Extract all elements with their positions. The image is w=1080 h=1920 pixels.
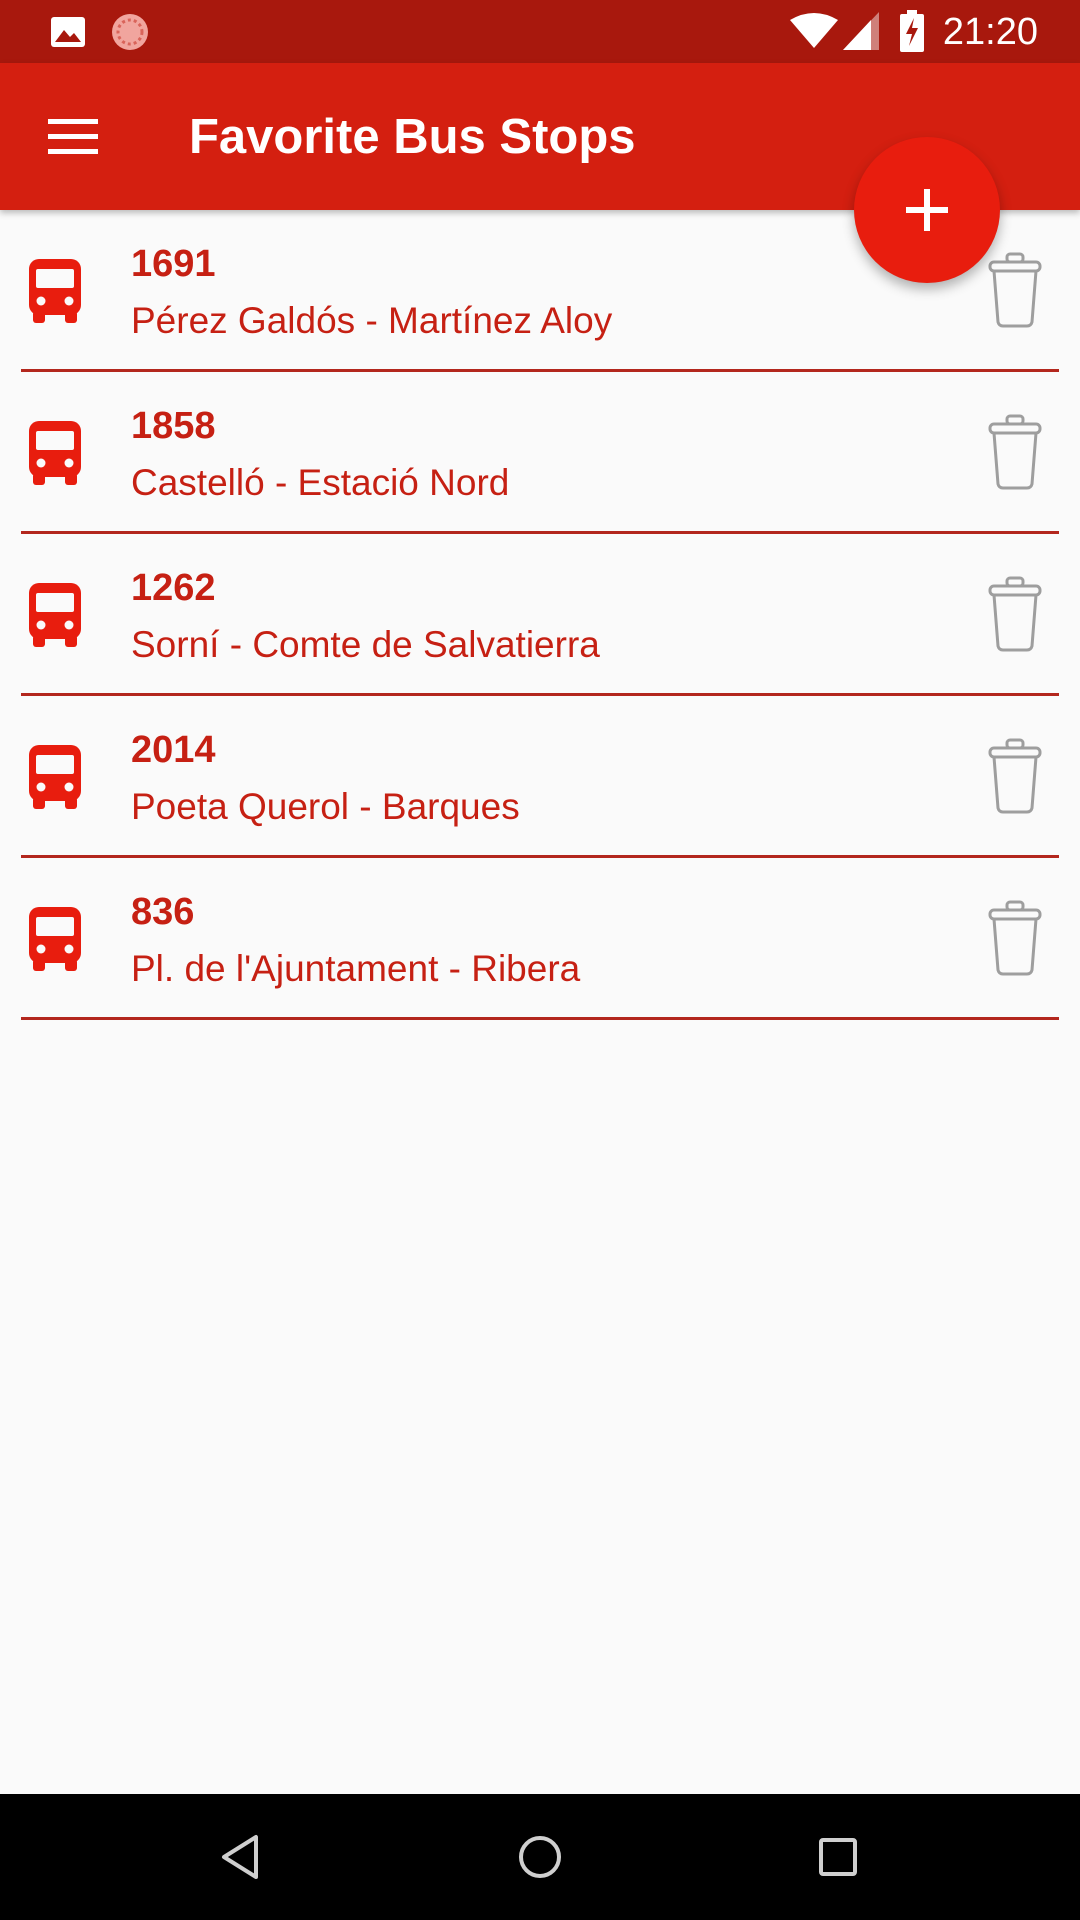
delete-stop-button[interactable] bbox=[985, 414, 1045, 490]
delete-stop-button[interactable] bbox=[985, 252, 1045, 328]
sync-circle-icon bbox=[112, 14, 148, 50]
trash-icon bbox=[988, 414, 1042, 490]
stop-name: Pl. de l'Ajuntament - Ribera bbox=[131, 948, 581, 989]
trash-icon bbox=[988, 576, 1042, 652]
back-triangle-icon bbox=[222, 1835, 258, 1879]
stop-name: Poeta Querol - Barques bbox=[131, 786, 520, 827]
plus-icon bbox=[906, 189, 948, 231]
battery-charging-icon bbox=[900, 10, 924, 52]
screen: 21:20 Favorite Bus Stops 1691 Pérez Gald… bbox=[0, 0, 1080, 1920]
stop-code: 1262 bbox=[131, 567, 216, 609]
bus-icon bbox=[29, 259, 81, 323]
status-bar: 21:20 bbox=[0, 0, 1080, 63]
delete-stop-button[interactable] bbox=[985, 738, 1045, 814]
bus-icon bbox=[29, 907, 81, 971]
list-item[interactable]: 2014 Poeta Querol - Barques bbox=[21, 696, 1059, 858]
bus-icon bbox=[29, 421, 81, 485]
menu-button[interactable] bbox=[30, 103, 116, 169]
stop-code: 1691 bbox=[131, 243, 216, 285]
trash-icon bbox=[988, 252, 1042, 328]
hamburger-menu-icon bbox=[48, 119, 98, 154]
home-circle-icon bbox=[519, 1836, 561, 1878]
stop-name: Sorní - Comte de Salvatierra bbox=[131, 624, 600, 665]
signal-icon bbox=[843, 12, 879, 50]
navigation-bar bbox=[0, 1794, 1080, 1920]
add-stop-button[interactable] bbox=[854, 137, 1000, 283]
list-item[interactable]: 836 Pl. de l'Ajuntament - Ribera bbox=[21, 858, 1059, 1020]
home-button[interactable] bbox=[510, 1827, 570, 1887]
stop-code: 1858 bbox=[131, 405, 216, 447]
recents-square-icon bbox=[819, 1838, 857, 1876]
image-icon bbox=[51, 17, 85, 47]
bus-icon bbox=[29, 745, 81, 809]
stop-code: 836 bbox=[131, 891, 195, 933]
status-time: 21:20 bbox=[942, 11, 1038, 53]
list-item[interactable]: 1262 Sorní - Comte de Salvatierra bbox=[21, 534, 1059, 696]
delete-stop-button[interactable] bbox=[985, 576, 1045, 652]
back-button[interactable] bbox=[212, 1827, 272, 1887]
recents-button[interactable] bbox=[808, 1827, 868, 1887]
stop-code: 2014 bbox=[131, 729, 216, 771]
favorite-stops-list: 1691 Pérez Galdós - Martínez Aloy 1858 C… bbox=[0, 210, 1080, 1020]
stop-name: Castelló - Estació Nord bbox=[131, 462, 510, 503]
trash-icon bbox=[988, 900, 1042, 976]
delete-stop-button[interactable] bbox=[985, 900, 1045, 976]
trash-icon bbox=[988, 738, 1042, 814]
bus-icon bbox=[29, 583, 81, 647]
wifi-icon bbox=[790, 13, 838, 48]
page-title: Favorite Bus Stops bbox=[189, 110, 636, 164]
stop-name: Pérez Galdós - Martínez Aloy bbox=[131, 300, 613, 341]
list-item[interactable]: 1858 Castelló - Estació Nord bbox=[21, 372, 1059, 534]
